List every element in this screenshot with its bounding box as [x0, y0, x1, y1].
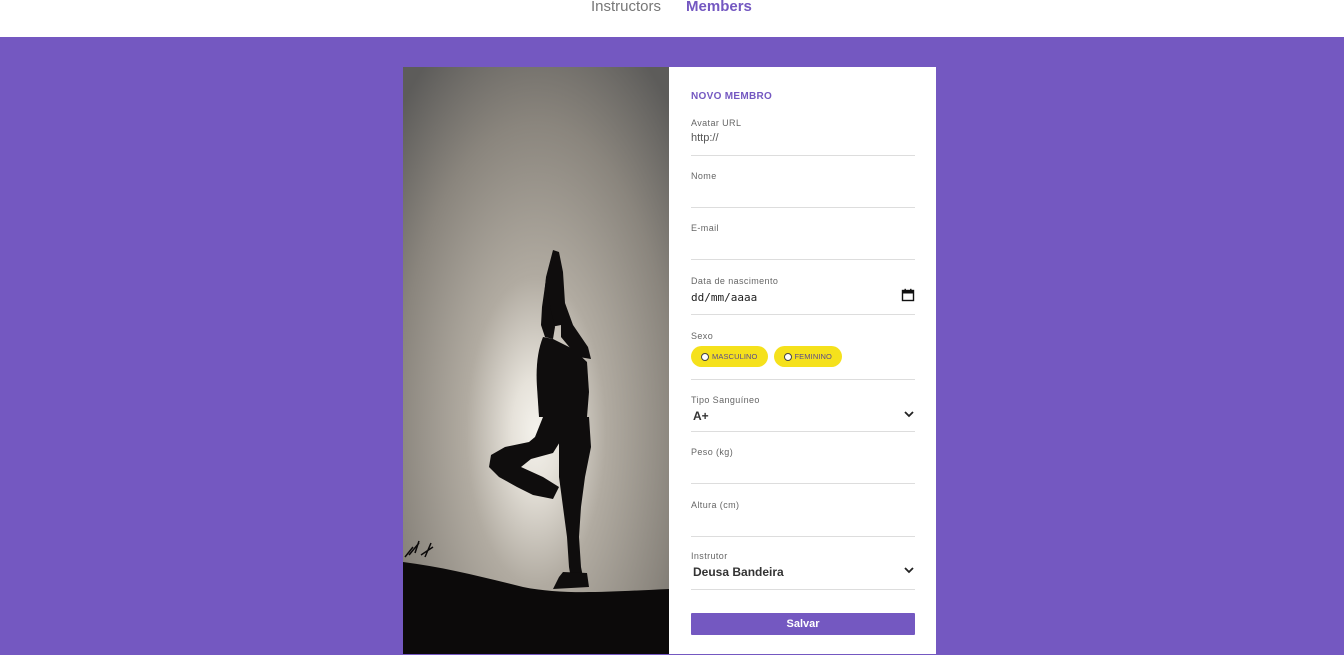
gender-option-masculino[interactable]: MASCULINO — [691, 346, 768, 367]
email-label: E-mail — [691, 223, 719, 233]
blood-type-select[interactable]: A+ — [691, 406, 915, 426]
birth-date-label: Data de nascimento — [691, 276, 779, 286]
top-navbar: Instructors Members — [0, 0, 1344, 37]
nav-link-members[interactable]: Members — [686, 0, 752, 15]
email-field: E-mail — [691, 223, 915, 260]
radio-feminino[interactable] — [783, 352, 792, 361]
instructor-field: Instrutor Deusa Bandeira — [691, 551, 915, 590]
new-member-form: NOVO MEMBRO Avatar URL Nome E-mail Data … — [669, 67, 936, 654]
nav-link-instructors[interactable]: Instructors — [591, 0, 661, 15]
radio-masculino-label: MASCULINO — [712, 352, 758, 361]
weight-label: Peso (kg) — [691, 447, 734, 457]
radio-masculino[interactable] — [701, 352, 709, 361]
gender-label: Sexo — [691, 331, 714, 341]
birth-date-placeholder: dd/mm/aaaa — [691, 290, 758, 304]
chevron-down-icon — [903, 563, 915, 581]
calendar-icon[interactable] — [901, 288, 915, 307]
height-input[interactable] — [691, 511, 915, 529]
height-label: Altura (cm) — [691, 500, 740, 510]
name-label: Nome — [691, 171, 717, 181]
avatar-url-field: Avatar URL — [691, 118, 915, 156]
height-field: Altura (cm) — [691, 500, 915, 537]
avatar-url-input[interactable] — [691, 129, 915, 147]
save-button[interactable]: Salvar — [691, 613, 915, 635]
instructor-select[interactable]: Deusa Bandeira — [691, 562, 915, 582]
main-nav: Instructors Members — [591, 0, 752, 15]
weight-input[interactable] — [691, 458, 915, 476]
blood-type-value: A+ — [693, 409, 709, 423]
birth-date-input[interactable]: dd/mm/aaaa — [691, 287, 915, 307]
new-member-card: NOVO MEMBRO Avatar URL Nome E-mail Data … — [403, 67, 936, 654]
name-field: Nome — [691, 171, 915, 208]
radio-feminino-label: FEMININO — [794, 352, 832, 361]
blood-type-field: Tipo Sanguíneo A+ — [691, 395, 915, 432]
instructor-label: Instrutor — [691, 551, 728, 561]
email-input[interactable] — [691, 234, 915, 252]
form-title: NOVO MEMBRO — [691, 91, 773, 102]
birth-date-field: Data de nascimento dd/mm/aaaa — [691, 276, 915, 315]
blood-type-label: Tipo Sanguíneo — [691, 395, 760, 405]
gender-options: MASCULINO FEMININO — [691, 346, 915, 367]
weight-field: Peso (kg) — [691, 447, 915, 484]
instructor-value: Deusa Bandeira — [693, 565, 784, 579]
yoga-silhouette-image — [403, 67, 669, 654]
chevron-down-icon — [903, 407, 915, 425]
name-input[interactable] — [691, 182, 915, 200]
gender-field: Sexo MASCULINO FEMININO — [691, 331, 915, 380]
gender-option-feminino[interactable]: FEMININO — [773, 346, 842, 367]
avatar-url-label: Avatar URL — [691, 118, 742, 128]
